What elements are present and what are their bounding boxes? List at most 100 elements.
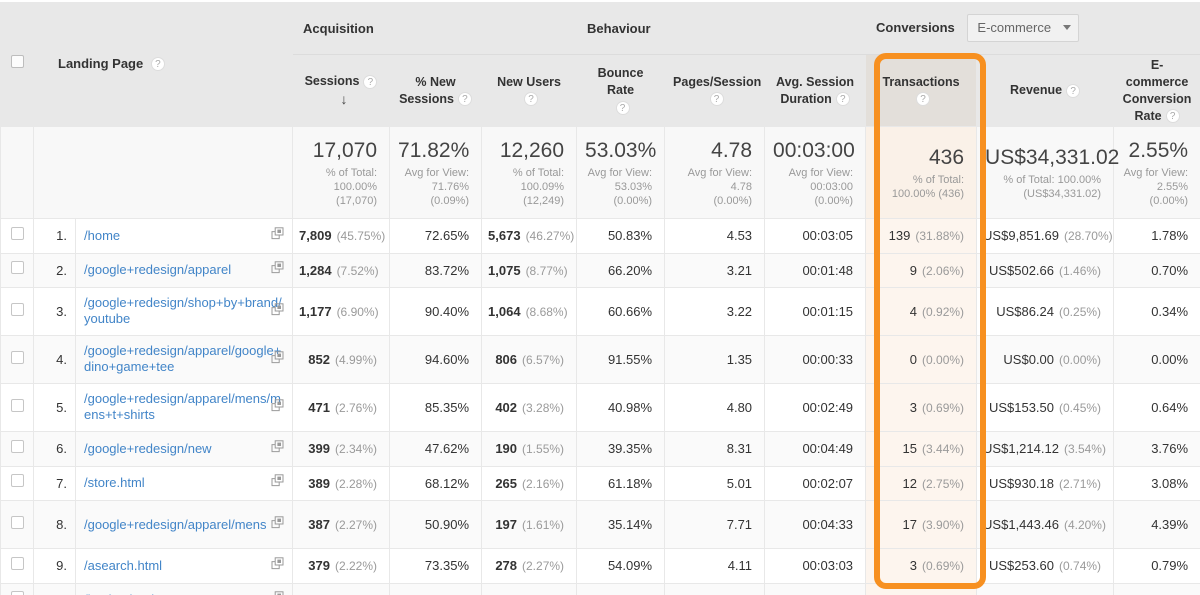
column-header-bounce-rate[interactable]: Bounce Rate ? [577, 55, 665, 127]
column-header-transactions[interactable]: Transactions ? [866, 55, 977, 127]
cell-transactions-pct: (31.88%) [915, 229, 964, 243]
table-row[interactable]: 2. /google+redesign/apparel 1,284(7.52%)… [1, 253, 1200, 288]
sort-descending-icon[interactable]: ↓ [341, 91, 348, 108]
landing-page-link[interactable]: /home [84, 228, 120, 244]
column-header-bounce-rate-label: Bounce Rate [598, 66, 644, 97]
row-select-checkbox-cell[interactable] [1, 288, 34, 336]
cell-avg-session-duration: 00:02:49 [765, 384, 866, 432]
table-row[interactable]: 1. /home 7,809(45.75%) 72.65% 5,673(46.2… [1, 219, 1200, 254]
help-icon[interactable]: ? [836, 92, 850, 106]
help-icon[interactable]: ? [524, 92, 538, 106]
open-external-icon[interactable] [271, 557, 284, 575]
row-checkbox[interactable] [11, 261, 24, 274]
row-checkbox[interactable] [11, 227, 24, 240]
row-checkbox[interactable] [11, 351, 24, 364]
top-divider [0, 0, 1200, 2]
row-checkbox[interactable] [11, 303, 24, 316]
column-header-pct-new-sessions[interactable]: % New Sessions? [390, 55, 482, 127]
row-select-checkbox-cell[interactable] [1, 501, 34, 549]
cell-pages-session: 10.10 [665, 583, 765, 595]
column-header-pages-session[interactable]: Pages/Session ? [665, 55, 765, 127]
row-checkbox[interactable] [11, 591, 24, 595]
help-icon[interactable]: ? [616, 101, 630, 115]
cell-new-users: 146(1.19%) [482, 583, 577, 595]
row-select-checkbox-cell[interactable] [1, 219, 34, 254]
row-checkbox[interactable] [11, 557, 24, 570]
cell-bounce-rate: 40.98% [577, 384, 665, 432]
help-icon[interactable]: ? [151, 57, 165, 71]
row-select-checkbox-cell[interactable] [1, 466, 34, 501]
open-external-icon[interactable] [271, 227, 284, 245]
table-row[interactable]: 7. /store.html 389(2.28%) 68.12% 265(2.1… [1, 466, 1200, 501]
landing-page-link[interactable]: /asearch.html [84, 558, 162, 574]
landing-page-link[interactable]: /google+redesign/apparel/mens [84, 517, 267, 533]
row-select-checkbox-cell[interactable] [1, 253, 34, 288]
table-row[interactable]: 5. /google+redesign/apparel/mens/mens+t+… [1, 384, 1200, 432]
row-checkbox[interactable] [11, 516, 24, 529]
open-external-icon[interactable] [271, 351, 284, 369]
select-all-checkbox-cell[interactable] [1, 1, 34, 127]
cell-sessions-pct: (7.52%) [337, 264, 379, 278]
cell-pct-new-sessions: 68.12% [390, 466, 482, 501]
row-checkbox[interactable] [11, 440, 24, 453]
conversions-type-select[interactable]: E-commerce [967, 14, 1079, 42]
help-icon[interactable]: ? [458, 92, 472, 106]
column-header-new-users[interactable]: New Users? [482, 55, 577, 127]
column-header-revenue[interactable]: Revenue? [977, 55, 1114, 127]
cell-new-users: 190(1.55%) [482, 432, 577, 467]
landing-page-link[interactable]: /google+redesign/apparel/mens/mens+t+shi… [84, 391, 284, 423]
cell-ecommerce-conversion-rate: 3.76% [1114, 432, 1200, 467]
landing-page-link[interactable]: /google+redesign/apparel [84, 262, 231, 278]
landing-page-link[interactable]: /google+redesign/apparel/google+dino+gam… [84, 343, 284, 375]
table-row[interactable]: 10. /basket.html 374(2.19%) 39.04% 146(1… [1, 583, 1200, 595]
column-header-avg-session-duration[interactable]: Avg. Session Duration? [765, 55, 866, 127]
cell-revenue-value: US$930.18 [989, 476, 1054, 491]
open-external-icon[interactable] [271, 474, 284, 492]
table-row[interactable]: 6. /google+redesign/new 399(2.34%) 47.62… [1, 432, 1200, 467]
table-row[interactable]: 9. /asearch.html 379(2.22%) 73.35% 278(2… [1, 549, 1200, 584]
cell-transactions: 15(3.44%) [866, 432, 977, 467]
open-external-icon[interactable] [271, 399, 284, 417]
row-select-checkbox-cell[interactable] [1, 583, 34, 595]
group-label-conversions: Conversions [876, 20, 955, 35]
landing-page-link[interactable]: /store.html [84, 475, 145, 491]
chevron-down-icon [1063, 25, 1071, 30]
cell-sessions-value: 387 [308, 517, 330, 532]
row-select-checkbox-cell[interactable] [1, 336, 34, 384]
cell-revenue: US$86.24(0.25%) [977, 288, 1114, 336]
help-icon[interactable]: ? [710, 92, 724, 106]
cell-sessions: 389(2.28%) [293, 466, 390, 501]
help-icon[interactable]: ? [1066, 84, 1080, 98]
row-select-checkbox-cell[interactable] [1, 432, 34, 467]
table-row[interactable]: 3. /google+redesign/shop+by+brand/youtub… [1, 288, 1200, 336]
landing-page-link[interactable]: /google+redesign/new [84, 441, 212, 457]
open-external-icon[interactable] [271, 261, 284, 279]
dimension-header-landing-page[interactable]: Landing Page ? [34, 1, 293, 127]
open-external-icon[interactable] [271, 303, 284, 321]
open-external-icon[interactable] [271, 440, 284, 458]
row-checkbox[interactable] [11, 474, 24, 487]
help-icon[interactable]: ? [363, 75, 377, 89]
summary-bounce-rate: 53.03% Avg for View: 53.03% (0.00%) [577, 127, 665, 219]
column-header-ecomm-line4: Rate [1135, 109, 1162, 123]
row-checkbox[interactable] [11, 399, 24, 412]
select-all-checkbox[interactable] [11, 55, 24, 68]
cell-transactions: 72(16.51%) [866, 583, 977, 595]
summary-pct-new-line1: Avg for View: [398, 166, 469, 180]
open-external-icon[interactable] [271, 591, 284, 595]
cell-sessions-value: 852 [308, 352, 330, 367]
help-icon[interactable]: ? [916, 92, 930, 106]
landing-page-link[interactable]: /google+redesign/shop+by+brand/youtube [84, 295, 284, 327]
cell-pages-session: 3.22 [665, 288, 765, 336]
help-icon[interactable]: ? [1166, 109, 1180, 123]
cell-sessions: 852(4.99%) [293, 336, 390, 384]
column-header-ecommerce-conversion-rate[interactable]: E- commerce Conversion Rate? [1114, 55, 1200, 127]
open-external-icon[interactable] [271, 516, 284, 534]
table-row[interactable]: 4. /google+redesign/apparel/google+dino+… [1, 336, 1200, 384]
row-select-checkbox-cell[interactable] [1, 384, 34, 432]
row-select-checkbox-cell[interactable] [1, 549, 34, 584]
table-row[interactable]: 8. /google+redesign/apparel/mens 387(2.2… [1, 501, 1200, 549]
cell-ecommerce-conversion-rate: 0.70% [1114, 253, 1200, 288]
cell-avg-session-duration: 00:04:33 [765, 501, 866, 549]
column-header-sessions[interactable]: Sessions?↓ [293, 55, 390, 127]
